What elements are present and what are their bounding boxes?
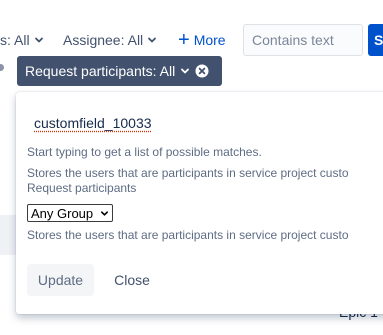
help-text: Start typing to get a list of possible m… bbox=[27, 145, 262, 159]
chevron-down-icon bbox=[34, 37, 43, 43]
field-description: Stores the users that are participants i… bbox=[27, 166, 349, 180]
chip-label: Request participants: All bbox=[25, 63, 176, 79]
field-title: Request participants bbox=[27, 181, 137, 195]
chevron-down-icon bbox=[148, 37, 157, 43]
filter-bar: s: All Assignee: All + More Contains tex… bbox=[0, 24, 383, 56]
status-filter[interactable]: s: All bbox=[0, 24, 44, 56]
more-filters-button[interactable]: + More bbox=[178, 24, 226, 56]
row-status-dot bbox=[0, 64, 4, 71]
assignee-filter[interactable]: Assignee: All bbox=[63, 24, 157, 56]
search-button-label: S bbox=[374, 32, 383, 48]
assignee-filter-label: Assignee: All bbox=[63, 32, 144, 48]
plus-icon: + bbox=[178, 29, 190, 51]
close-circle-icon[interactable] bbox=[195, 64, 209, 78]
status-filter-label: s: All bbox=[0, 32, 30, 48]
search-placeholder: Contains text bbox=[252, 32, 334, 48]
update-button[interactable]: Update bbox=[27, 264, 94, 296]
field-description: Stores the users that are participants i… bbox=[27, 228, 349, 242]
more-filters-label: More bbox=[193, 32, 226, 48]
group-select[interactable]: Any Group bbox=[27, 204, 113, 222]
chevron-down-icon bbox=[100, 211, 109, 216]
filter-popup: customfield_10033 Start typing to get a … bbox=[16, 92, 383, 314]
group-select-value: Any Group bbox=[31, 205, 94, 221]
close-button[interactable]: Close bbox=[102, 264, 162, 296]
search-input[interactable]: Contains text bbox=[243, 24, 363, 56]
request-participants-filter-chip[interactable]: Request participants: All bbox=[17, 56, 222, 86]
search-button[interactable]: S bbox=[368, 24, 383, 56]
chevron-down-icon bbox=[181, 68, 190, 74]
field-name-input-value[interactable]: customfield_10033 bbox=[34, 115, 152, 131]
